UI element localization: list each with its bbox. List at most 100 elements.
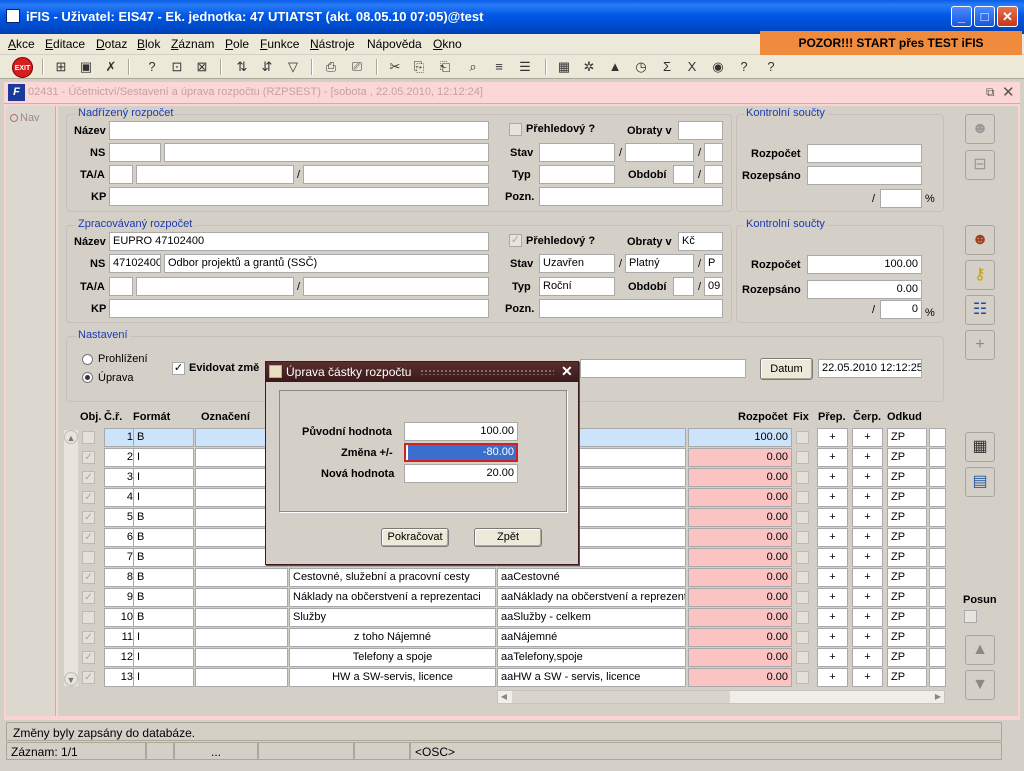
key-icon[interactable]: ⚷	[965, 260, 995, 290]
row-cerp-button[interactable]: +	[852, 428, 883, 447]
close-child-icon[interactable]: ✕	[1002, 83, 1015, 101]
row-rozpocet[interactable]: 0.00	[688, 488, 792, 507]
row-cerp-button[interactable]: +	[852, 628, 883, 647]
align-left-icon[interactable]: ≡	[490, 58, 508, 76]
row-fix-checkbox[interactable]	[796, 611, 809, 624]
nadrizeny-pozn-field[interactable]	[539, 187, 723, 206]
row-cerp-button[interactable]: +	[852, 588, 883, 607]
menu-item[interactable]: Pole	[225, 37, 249, 51]
row-odkud[interactable]: ZP	[887, 548, 927, 567]
cancel-query-icon[interactable]: ⊠	[193, 58, 211, 76]
row-fix-checkbox[interactable]	[796, 511, 809, 524]
sort-desc-icon[interactable]: ⇵	[258, 58, 276, 76]
row-prep-button[interactable]: +	[817, 548, 848, 567]
row-cerp-button[interactable]: +	[852, 488, 883, 507]
row-popis[interactable]: aaNájemné	[497, 628, 686, 647]
row-format[interactable]: B	[133, 508, 194, 527]
row-nazev[interactable]: Služby	[289, 608, 496, 627]
row-nazev[interactable]: z toho Nájemné	[289, 628, 496, 647]
save-record-icon[interactable]: ▣	[77, 58, 95, 76]
row-obj-checkbox[interactable]: ✓	[82, 491, 95, 504]
zpracovavany-stav1-field[interactable]: Uzavřen	[539, 254, 615, 273]
zpracovavany-obdobi2-field[interactable]: 09	[704, 277, 723, 296]
row-fix-checkbox[interactable]	[796, 531, 809, 544]
row-fix-checkbox[interactable]	[796, 551, 809, 564]
nadrizeny-stav1-field[interactable]	[539, 143, 615, 162]
row-oznaceni[interactable]	[195, 648, 288, 667]
row-odkud[interactable]: ZP	[887, 508, 927, 527]
table-scrollbar[interactable]	[64, 430, 78, 686]
row-extra[interactable]	[929, 428, 946, 447]
row-obj-checkbox[interactable]: ✓	[82, 591, 95, 604]
zpracovavany-prehledovy-checkbox[interactable]: ✓	[509, 234, 522, 247]
exit-button[interactable]: EXIT	[12, 57, 33, 78]
row-prep-button[interactable]: +	[817, 428, 848, 447]
print-icon[interactable]: ⎙	[322, 58, 340, 76]
row-popis[interactable]: aaCestovné	[497, 568, 686, 587]
row-extra[interactable]	[929, 668, 946, 687]
paste-icon[interactable]: ⎗	[436, 58, 454, 76]
row-fix-checkbox[interactable]	[796, 451, 809, 464]
dialog-close-icon[interactable]: ✕	[561, 363, 573, 380]
row-format[interactable]: I	[133, 668, 194, 687]
row-extra[interactable]	[929, 508, 946, 527]
nadrizeny-a-field[interactable]	[303, 165, 489, 184]
zpracovavany-obdobi1-field[interactable]	[673, 277, 694, 296]
row-extra[interactable]	[929, 568, 946, 587]
row-format[interactable]: I	[133, 448, 194, 467]
nadrizeny-ns-name-field[interactable]	[164, 143, 489, 162]
row-odkud[interactable]: ZP	[887, 628, 927, 647]
copy-icon[interactable]: ⎘	[410, 58, 428, 76]
row-prep-button[interactable]: +	[817, 448, 848, 467]
row-obj-checkbox[interactable]	[82, 611, 95, 624]
row-prep-button[interactable]: +	[817, 508, 848, 527]
row-rozpocet[interactable]: 0.00	[688, 588, 792, 607]
row-prep-button[interactable]: +	[817, 648, 848, 667]
datum-field[interactable]: 22.05.2010 12:12:25	[818, 359, 922, 378]
row-cerp-button[interactable]: +	[852, 548, 883, 567]
row-nazev[interactable]: HW a SW-servis, licence	[289, 668, 496, 687]
zpracovavany-ns-field[interactable]: 47102400	[109, 254, 161, 273]
execute-query-icon[interactable]: ⊡	[168, 58, 186, 76]
row-obj-checkbox[interactable]	[82, 431, 95, 444]
kontrolni1-rozepsano-field[interactable]	[807, 166, 922, 185]
zpracovavany-ta-field[interactable]	[109, 277, 133, 296]
row-odkud[interactable]: ZP	[887, 648, 927, 667]
prohlizeni-radio[interactable]	[82, 354, 93, 365]
sum-icon[interactable]: Σ	[658, 58, 676, 76]
row-fix-checkbox[interactable]	[796, 471, 809, 484]
row-rozpocet[interactable]: 0.00	[688, 508, 792, 527]
row-popis[interactable]: aaNáklady na občerstvení a reprezent	[497, 588, 686, 607]
zpracovavany-pozn-field[interactable]	[539, 299, 723, 318]
row-prep-button[interactable]: +	[817, 628, 848, 647]
row-odkud[interactable]: ZP	[887, 468, 927, 487]
help-icon[interactable]: ?	[762, 58, 780, 76]
row-extra[interactable]	[929, 448, 946, 467]
close-button[interactable]: ✕	[997, 6, 1018, 27]
nadrizeny-obdobi2-field[interactable]	[704, 165, 723, 184]
kontrolni1-rozpocet-field[interactable]	[807, 144, 922, 163]
row-oznaceni[interactable]	[195, 568, 288, 587]
scroll-up-icon[interactable]: ▲	[64, 430, 78, 444]
row-obj-checkbox[interactable]: ✓	[82, 651, 95, 664]
minimize-button[interactable]: _	[951, 6, 972, 27]
zpracovavany-ns-name-field[interactable]: Odbor projektů a grantů (SSČ)	[164, 254, 489, 273]
row-prep-button[interactable]: +	[817, 528, 848, 547]
row-format[interactable]: B	[133, 428, 194, 447]
row-fix-checkbox[interactable]	[796, 431, 809, 444]
row-odkud[interactable]: ZP	[887, 428, 927, 447]
kontrolni2-rozpocet-field[interactable]: 100.00	[807, 255, 922, 274]
row-extra[interactable]	[929, 488, 946, 507]
menu-item[interactable]: Editace	[45, 37, 85, 51]
row-cerp-button[interactable]: +	[852, 568, 883, 587]
menu-item[interactable]: Akce	[8, 37, 35, 51]
row-extra[interactable]	[929, 468, 946, 487]
excel-icon[interactable]: X	[683, 58, 701, 76]
row-format[interactable]: I	[133, 468, 194, 487]
row-rozpocet[interactable]: 0.00	[688, 468, 792, 487]
row-cerp-button[interactable]: +	[852, 668, 883, 687]
row-rozpocet[interactable]: 0.00	[688, 608, 792, 627]
row-cerp-button[interactable]: +	[852, 508, 883, 527]
query-icon[interactable]: ?	[143, 58, 161, 76]
tree-gray-icon[interactable]: ⊟	[965, 150, 995, 180]
